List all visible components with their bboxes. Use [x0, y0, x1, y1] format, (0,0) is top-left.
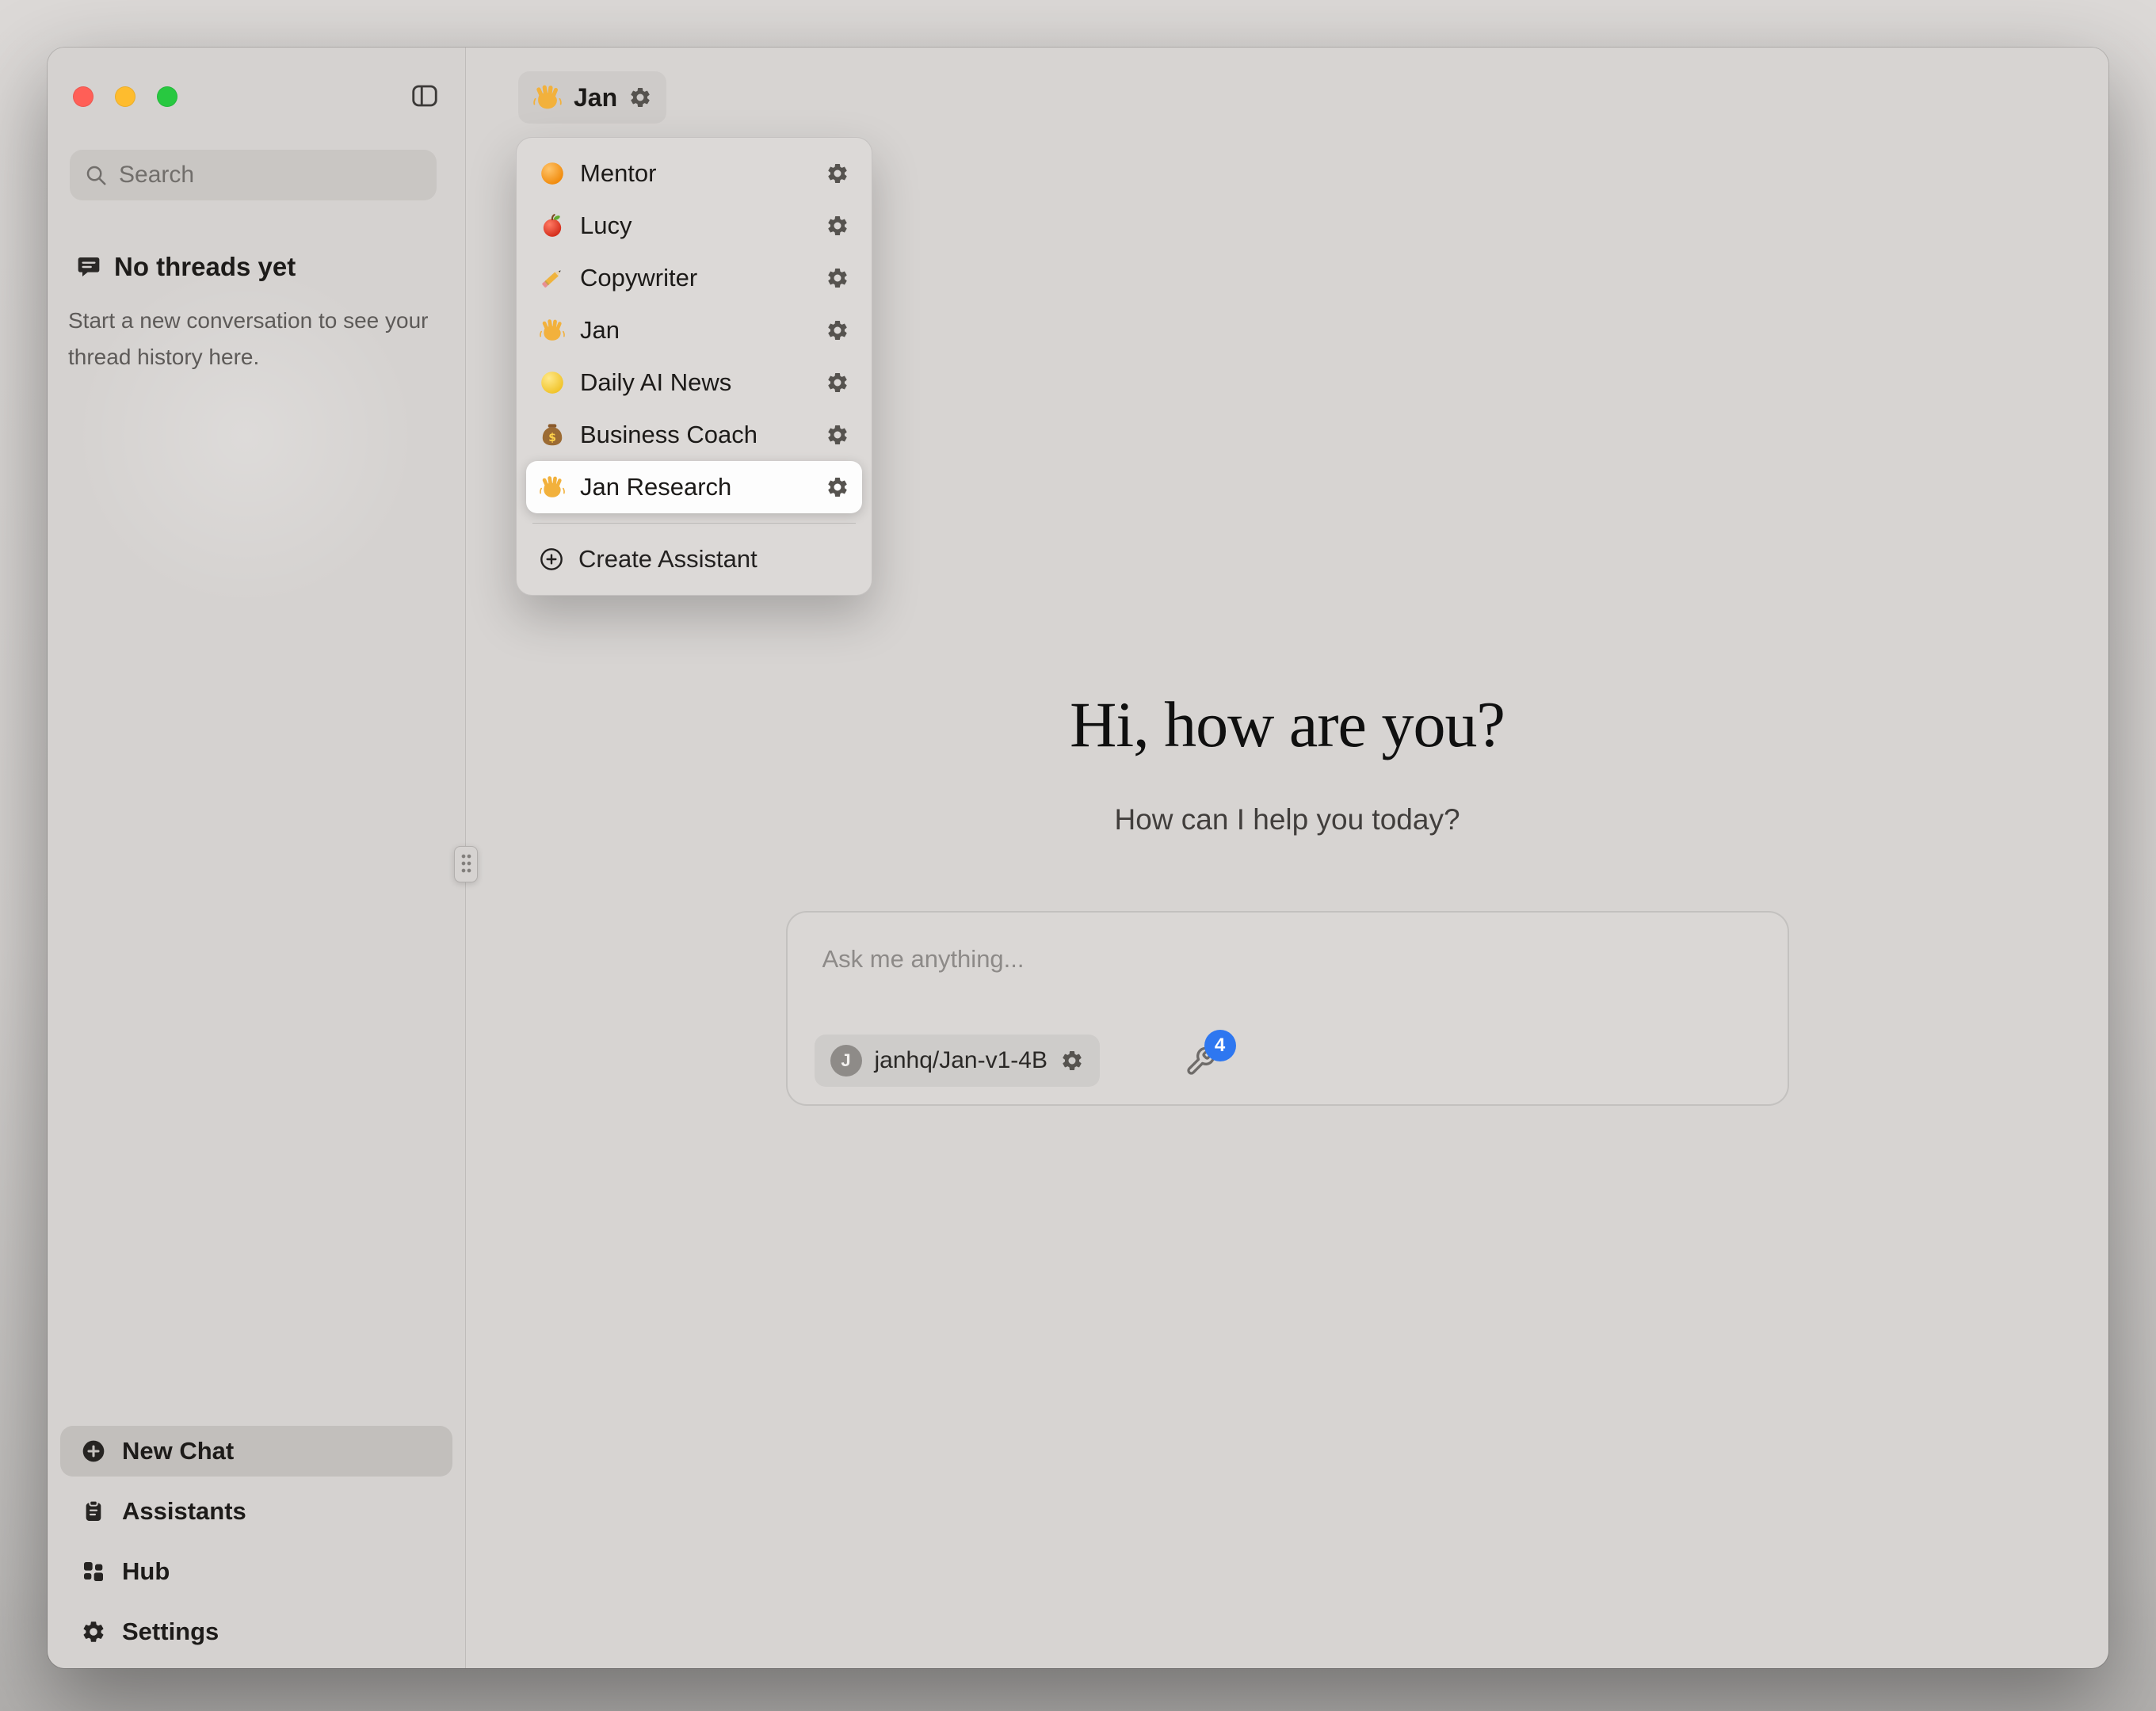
model-avatar: J: [830, 1045, 862, 1077]
assistant-label: Copywriter: [580, 264, 811, 292]
orange-circle-emoji-icon: [539, 160, 566, 187]
sidebar-nav: New Chat Assistants Hub Settings: [60, 1426, 452, 1657]
minimize-window-button[interactable]: [115, 86, 135, 107]
assistant-menu-item-business-coach[interactable]: Business Coach: [526, 409, 862, 461]
assistant-menu-item-lucy[interactable]: Lucy: [526, 200, 862, 252]
plus-circle-icon: [81, 1439, 106, 1464]
gear-icon: [826, 162, 849, 185]
drag-dots-icon: [461, 854, 471, 875]
composer: J janhq/Jan-v1-4B 4: [786, 911, 1789, 1106]
assistant-label: Jan: [580, 316, 811, 345]
yellow-circle-emoji-icon: [539, 369, 566, 396]
assistant-edit-button[interactable]: [826, 318, 849, 342]
sidebar-resize-handle[interactable]: [454, 846, 478, 882]
create-assistant-button[interactable]: Create Assistant: [526, 533, 862, 585]
greeting-title: Hi, how are you?: [466, 688, 2108, 762]
assistant-menu-item-jan-research[interactable]: Jan Research: [526, 461, 862, 513]
current-assistant-name: Jan: [574, 83, 617, 112]
search-icon: [84, 163, 108, 187]
message-input[interactable]: [821, 944, 1754, 974]
assistant-menu-item-daily-ai-news[interactable]: Daily AI News: [526, 356, 862, 409]
nav-label: New Chat: [122, 1437, 234, 1465]
app-window: No threads yet Start a new conversation …: [48, 48, 2108, 1668]
zoom-window-button[interactable]: [157, 86, 177, 107]
wave-emoji-icon: [532, 82, 563, 112]
sidebar-toggle-button[interactable]: [407, 81, 442, 112]
assistant-label: Mentor: [580, 159, 811, 188]
empty-state-title: No threads yet: [114, 252, 296, 282]
sidebar-item-new-chat[interactable]: New Chat: [60, 1426, 452, 1477]
assistant-menu-item-mentor[interactable]: Mentor: [526, 147, 862, 200]
chat-bubble-icon: [76, 254, 101, 280]
model-settings-icon[interactable]: [1060, 1049, 1084, 1073]
sidebar-panel-icon: [409, 82, 441, 110]
assistant-menu-item-jan[interactable]: Jan: [526, 304, 862, 356]
assistant-menu: Mentor Lucy Copywriter Jan Daily AI News: [516, 137, 872, 596]
wave-emoji-icon: [539, 474, 566, 501]
pencil-emoji-icon: [539, 265, 566, 292]
greeting-block: Hi, how are you? How can I help you toda…: [466, 688, 2108, 836]
assistant-label: Daily AI News: [580, 368, 811, 397]
assistant-switcher[interactable]: Jan: [518, 71, 666, 124]
wave-emoji-icon: [539, 317, 566, 344]
nav-label: Settings: [122, 1618, 219, 1646]
search-field[interactable]: [70, 150, 437, 200]
plus-circle-outline-icon: [539, 547, 564, 572]
search-input[interactable]: [117, 161, 422, 189]
sidebar-item-assistants[interactable]: Assistants: [60, 1486, 452, 1537]
model-selector[interactable]: J janhq/Jan-v1-4B: [815, 1035, 1100, 1087]
assistant-label: Lucy: [580, 211, 811, 240]
sidebar: No threads yet Start a new conversation …: [48, 48, 466, 1668]
tools-button[interactable]: 4: [1182, 1044, 1219, 1080]
gear-icon: [826, 371, 849, 394]
empty-state-header: No threads yet: [76, 252, 296, 282]
gear-icon: [81, 1619, 106, 1644]
assistant-menu-item-copywriter[interactable]: Copywriter: [526, 252, 862, 304]
gear-icon: [826, 475, 849, 499]
assistant-edit-button[interactable]: [826, 162, 849, 185]
sidebar-item-settings[interactable]: Settings: [60, 1606, 452, 1657]
gear-icon: [826, 266, 849, 290]
close-window-button[interactable]: [73, 86, 93, 107]
assistants-clipboard-icon: [81, 1499, 106, 1524]
assistant-edit-button[interactable]: [826, 423, 849, 447]
model-name: janhq/Jan-v1-4B: [875, 1047, 1047, 1074]
create-assistant-label: Create Assistant: [578, 545, 849, 574]
assistant-label: Jan Research: [580, 473, 811, 501]
assistant-edit-button[interactable]: [826, 371, 849, 394]
empty-state-description: Start a new conversation to see your thr…: [68, 303, 433, 375]
assistant-settings-icon[interactable]: [628, 86, 652, 109]
money-bag-emoji-icon: [539, 421, 566, 448]
window-controls: [73, 86, 177, 107]
greeting-subtitle: How can I help you today?: [466, 803, 2108, 836]
sidebar-item-hub[interactable]: Hub: [60, 1546, 452, 1597]
main-area: Jan Mentor Lucy Copywriter Jan: [466, 48, 2108, 1668]
nav-label: Assistants: [122, 1497, 246, 1526]
tools-count-badge: 4: [1204, 1030, 1236, 1061]
hub-grid-icon: [81, 1559, 106, 1584]
nav-label: Hub: [122, 1557, 170, 1586]
gear-icon: [826, 214, 849, 238]
gear-icon: [826, 423, 849, 447]
assistant-edit-button[interactable]: [826, 266, 849, 290]
gear-icon: [826, 318, 849, 342]
apple-emoji-icon: [539, 212, 566, 239]
assistant-label: Business Coach: [580, 421, 811, 449]
assistant-edit-button[interactable]: [826, 475, 849, 499]
menu-divider: [532, 523, 856, 524]
assistant-edit-button[interactable]: [826, 214, 849, 238]
